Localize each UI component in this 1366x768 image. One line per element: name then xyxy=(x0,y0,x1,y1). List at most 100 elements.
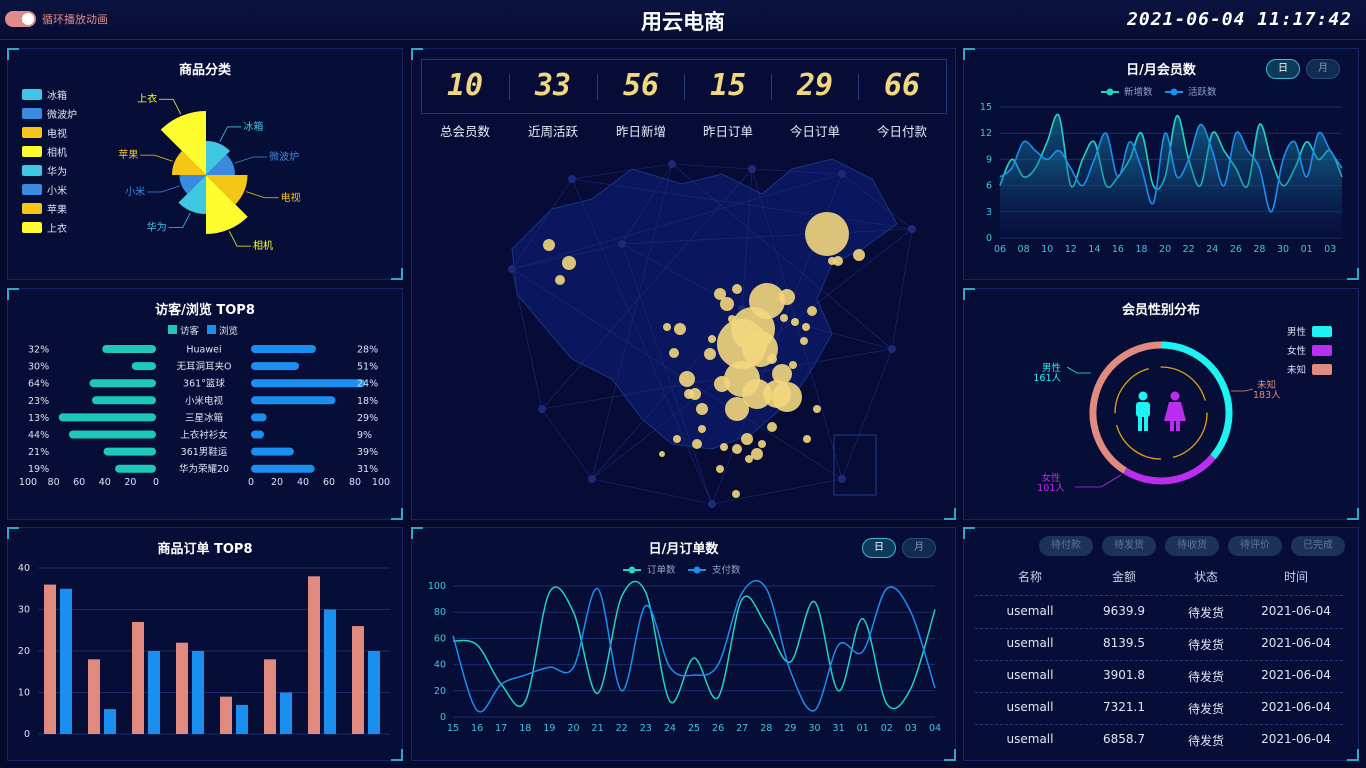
city-bubble[interactable] xyxy=(772,382,802,412)
status-filter-button[interactable]: 待评价 xyxy=(1228,536,1282,556)
city-bubble[interactable] xyxy=(780,314,788,322)
city-bubble[interactable] xyxy=(543,239,555,251)
legend-swatch[interactable] xyxy=(1312,364,1332,375)
order-bar[interactable] xyxy=(176,642,188,734)
city-bubble[interactable] xyxy=(663,323,671,331)
order-bar[interactable] xyxy=(368,651,380,734)
city-bubble[interactable] xyxy=(779,289,795,305)
order-bar[interactable] xyxy=(104,709,116,734)
item-name: 小米电视 xyxy=(185,395,224,407)
view-bar[interactable] xyxy=(251,379,366,388)
order-bar[interactable] xyxy=(88,659,100,734)
city-bubble[interactable] xyxy=(767,354,777,364)
view-bar[interactable] xyxy=(251,464,315,473)
view-bar[interactable] xyxy=(251,430,264,439)
series-line[interactable] xyxy=(452,580,936,710)
city-bubble[interactable] xyxy=(669,348,679,358)
city-bubble[interactable] xyxy=(732,284,742,294)
x-tick: 26 xyxy=(712,723,724,734)
visitor-bar[interactable] xyxy=(131,362,156,371)
x-tick: 04 xyxy=(929,723,941,734)
visitor-bar[interactable] xyxy=(92,396,156,405)
city-bubble[interactable] xyxy=(704,348,716,360)
city-bubble[interactable] xyxy=(758,440,766,448)
city-bubble[interactable] xyxy=(720,443,728,451)
item-name: 无耳洞耳夹O xyxy=(177,361,232,373)
visitor-bar[interactable] xyxy=(58,413,156,422)
visitor-bar[interactable] xyxy=(68,430,156,439)
city-bubble[interactable] xyxy=(714,376,730,392)
view-bar[interactable] xyxy=(251,413,267,422)
city-bubble[interactable] xyxy=(673,435,681,443)
city-bubble[interactable] xyxy=(772,364,792,384)
order-bar[interactable] xyxy=(280,692,292,735)
city-bubble[interactable] xyxy=(674,323,686,335)
view-bar[interactable] xyxy=(251,396,336,405)
order-bar[interactable] xyxy=(236,704,248,734)
order-bar[interactable] xyxy=(132,621,144,734)
city-bubble[interactable] xyxy=(728,315,736,323)
view-percent: 51% xyxy=(357,362,378,373)
legend-swatch[interactable] xyxy=(1312,345,1332,356)
city-bubble[interactable] xyxy=(802,323,810,331)
visitor-bar[interactable] xyxy=(89,379,156,388)
city-bubble[interactable] xyxy=(679,371,695,387)
slice-leader-line xyxy=(234,156,268,164)
city-bubble[interactable] xyxy=(716,465,724,473)
order-bar[interactable] xyxy=(192,651,204,734)
visitor-bar[interactable] xyxy=(102,345,156,353)
city-bubble[interactable] xyxy=(813,405,821,413)
order-bar[interactable] xyxy=(308,576,320,734)
city-bubble[interactable] xyxy=(562,256,576,270)
series-line[interactable] xyxy=(452,580,936,713)
item-name: 上衣衬衫女 xyxy=(180,429,228,441)
gender-arc[interactable] xyxy=(1089,341,1162,474)
order-bar[interactable] xyxy=(148,651,160,734)
city-bubble[interactable] xyxy=(800,337,808,345)
city-bubble[interactable] xyxy=(807,306,817,316)
city-bubble[interactable] xyxy=(696,403,708,415)
view-bar[interactable] xyxy=(251,447,294,456)
gender-arc[interactable] xyxy=(1160,341,1233,460)
gender-arc[interactable] xyxy=(1123,454,1216,485)
city-bubble[interactable] xyxy=(741,433,753,445)
status-filter-button[interactable]: 已完成 xyxy=(1291,536,1345,556)
city-bubble[interactable] xyxy=(708,335,716,343)
order-bar[interactable] xyxy=(60,588,72,734)
order-bar[interactable] xyxy=(324,609,336,735)
order-bar[interactable] xyxy=(352,626,364,734)
network-node xyxy=(588,475,596,483)
city-bubble[interactable] xyxy=(853,249,865,261)
x-tick: 18 xyxy=(519,723,531,734)
legend-swatch[interactable] xyxy=(1312,326,1332,337)
city-bubble[interactable] xyxy=(803,435,811,443)
order-bar[interactable] xyxy=(220,696,232,734)
city-bubble[interactable] xyxy=(725,397,749,421)
city-bubble[interactable] xyxy=(745,455,753,463)
city-bubble[interactable] xyxy=(789,361,797,369)
city-bubble[interactable] xyxy=(692,439,702,449)
city-bubble[interactable] xyxy=(714,288,726,300)
visitor-bar[interactable] xyxy=(103,447,156,456)
city-bubble[interactable] xyxy=(791,318,799,326)
city-bubble[interactable] xyxy=(732,490,740,498)
female-leader-line xyxy=(1075,474,1122,488)
city-bubble[interactable] xyxy=(698,425,706,433)
city-bubble[interactable] xyxy=(767,422,777,432)
city-bubble[interactable] xyxy=(659,451,665,457)
stat-value: 29 xyxy=(796,68,834,103)
status-filter-button[interactable]: 待付款 xyxy=(1039,536,1093,556)
status-filter-button[interactable]: 待发货 xyxy=(1102,536,1156,556)
order-bar[interactable] xyxy=(264,659,276,734)
status-filter-button[interactable]: 待收货 xyxy=(1165,536,1219,556)
city-bubble[interactable] xyxy=(828,257,836,265)
city-bubble[interactable] xyxy=(805,212,849,256)
city-bubble[interactable] xyxy=(732,444,742,454)
city-bubble[interactable] xyxy=(684,389,694,399)
visitor-bar[interactable] xyxy=(115,464,156,473)
view-bar[interactable] xyxy=(251,345,316,353)
city-bubble[interactable] xyxy=(555,275,565,285)
network-node xyxy=(748,165,756,173)
view-bar[interactable] xyxy=(251,362,300,371)
order-bar[interactable] xyxy=(44,584,56,734)
